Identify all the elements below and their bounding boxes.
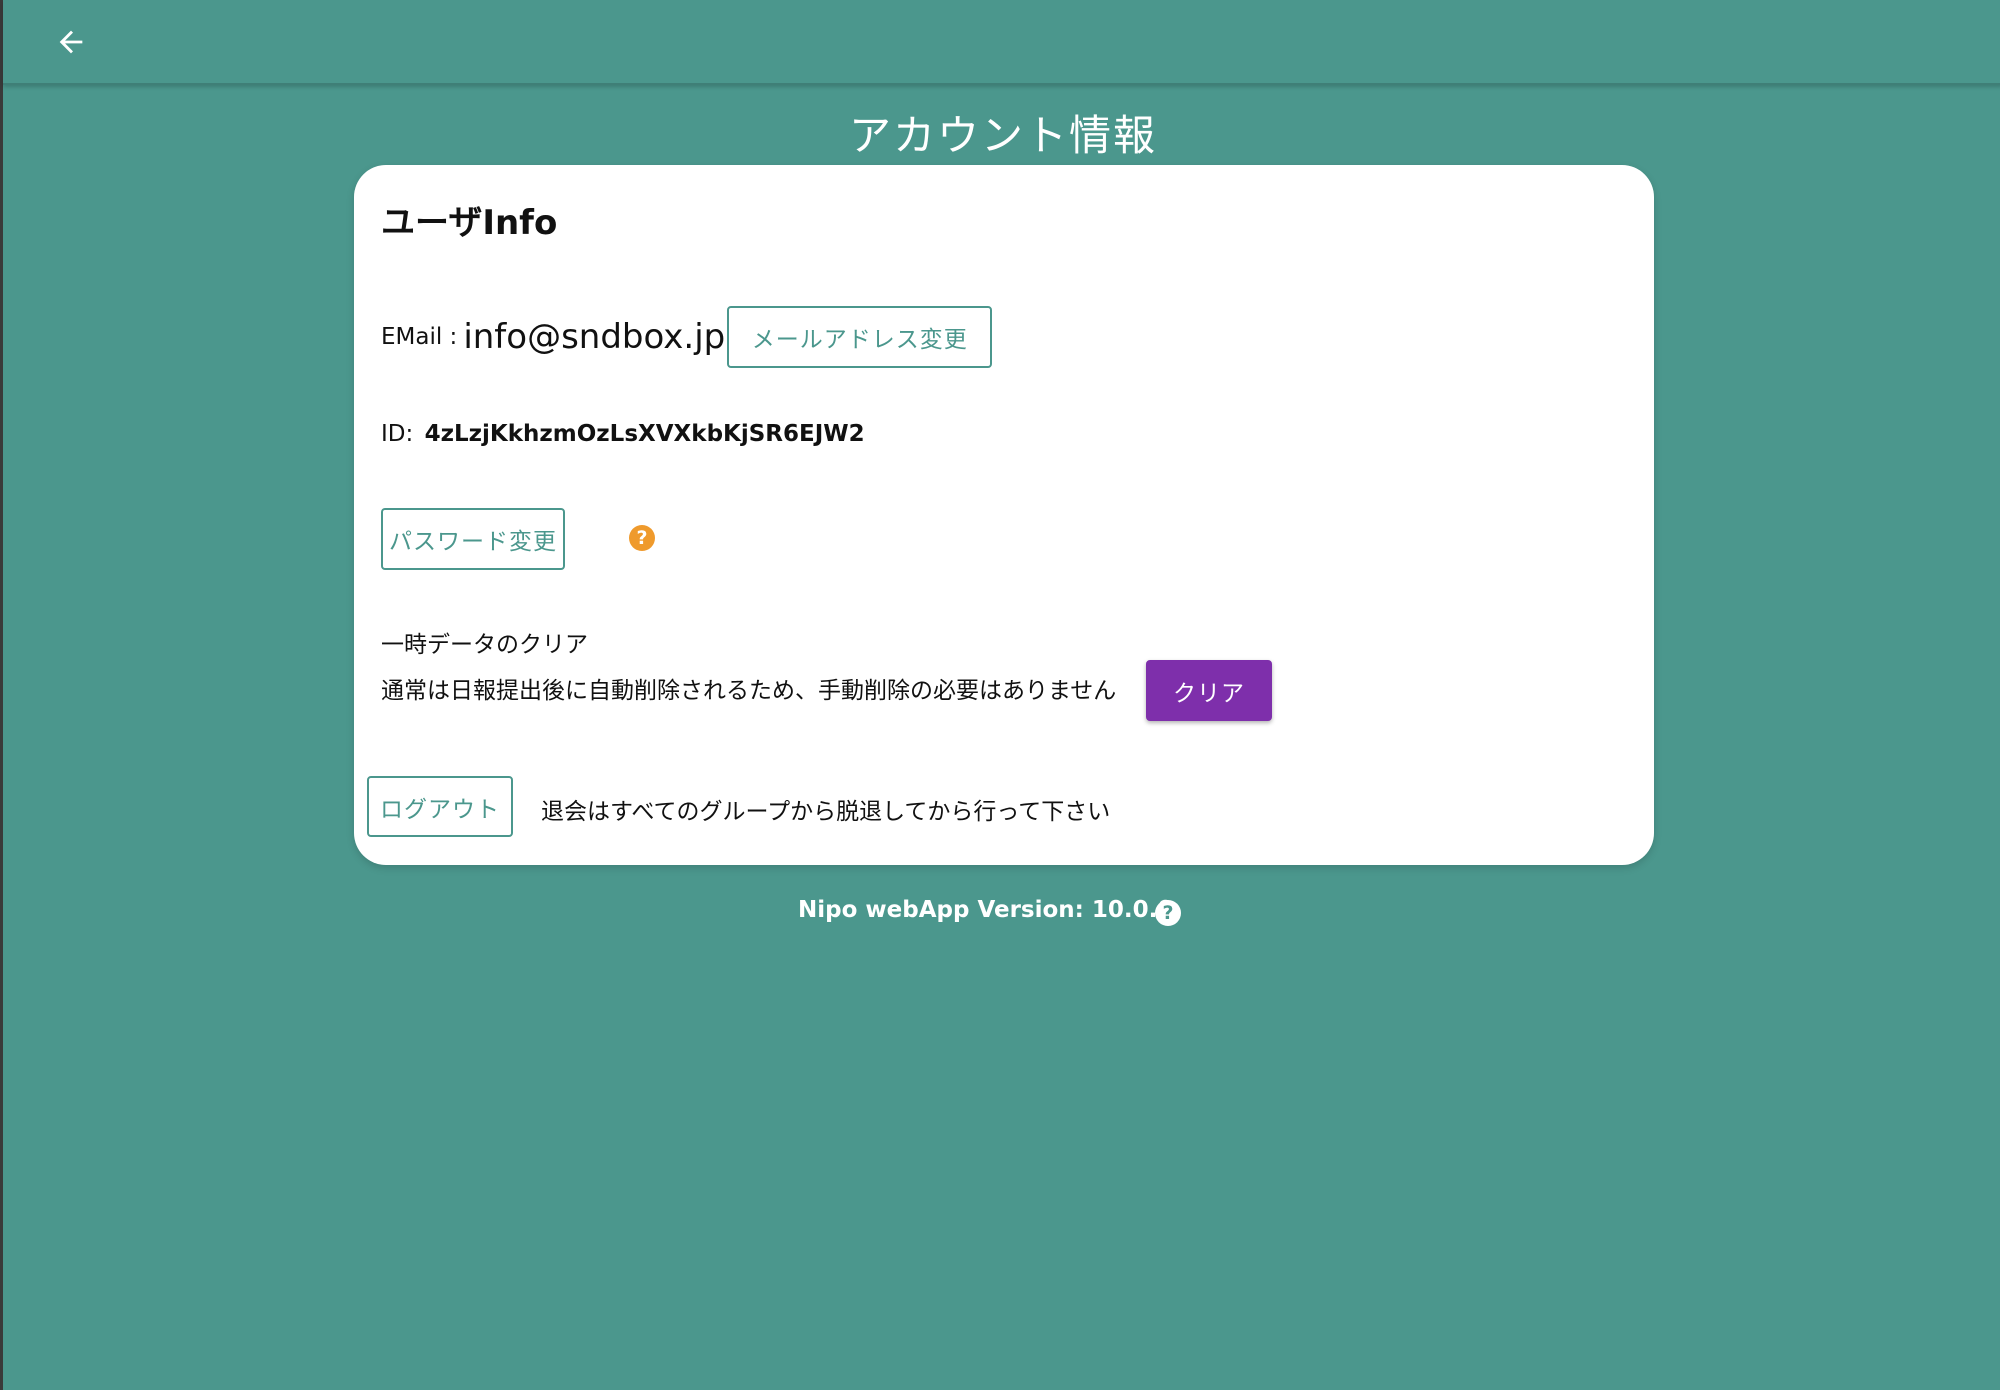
arrow-left-icon (59, 30, 83, 54)
page-title: アカウント情報 (848, 111, 1157, 160)
version-text: Nipo webApp Version: 10.0.0 (798, 897, 1174, 923)
clear-data-title: 一時データのクリア (381, 632, 588, 658)
change-email-button[interactable]: メールアドレス変更 (727, 306, 993, 368)
card-title: ユーザInfo (381, 203, 558, 243)
app-bar (3, 0, 2000, 85)
logout-button[interactable]: ログアウト (367, 776, 513, 837)
back-button[interactable] (47, 18, 95, 66)
id-value: 4zLzjKkhzmOzLsXVXkbKjSR6EJW2 (424, 421, 865, 447)
id-label: ID: (381, 421, 414, 447)
version-help-icon[interactable]: ? (1155, 900, 1181, 926)
password-help-icon[interactable]: ? (629, 525, 655, 551)
withdraw-note: 退会はすべてのグループから脱退してから行って下さい (541, 799, 1111, 825)
clear-button[interactable]: クリア (1146, 660, 1272, 721)
email-label: EMail : (381, 324, 458, 350)
user-info-card: ユーザInfo EMail : info@sndbox.jp メールアドレス変更… (354, 165, 1654, 865)
email-row: EMail : info@sndbox.jp メールアドレス変更 (381, 306, 993, 368)
id-row: ID: 4zLzjKkhzmOzLsXVXkbKjSR6EJW2 (381, 421, 865, 447)
email-value: info@sndbox.jp (463, 317, 726, 357)
clear-data-description: 通常は日報提出後に自動削除されるため、手動削除の必要はありません (381, 678, 1117, 704)
change-password-button[interactable]: パスワード変更 (381, 508, 565, 570)
